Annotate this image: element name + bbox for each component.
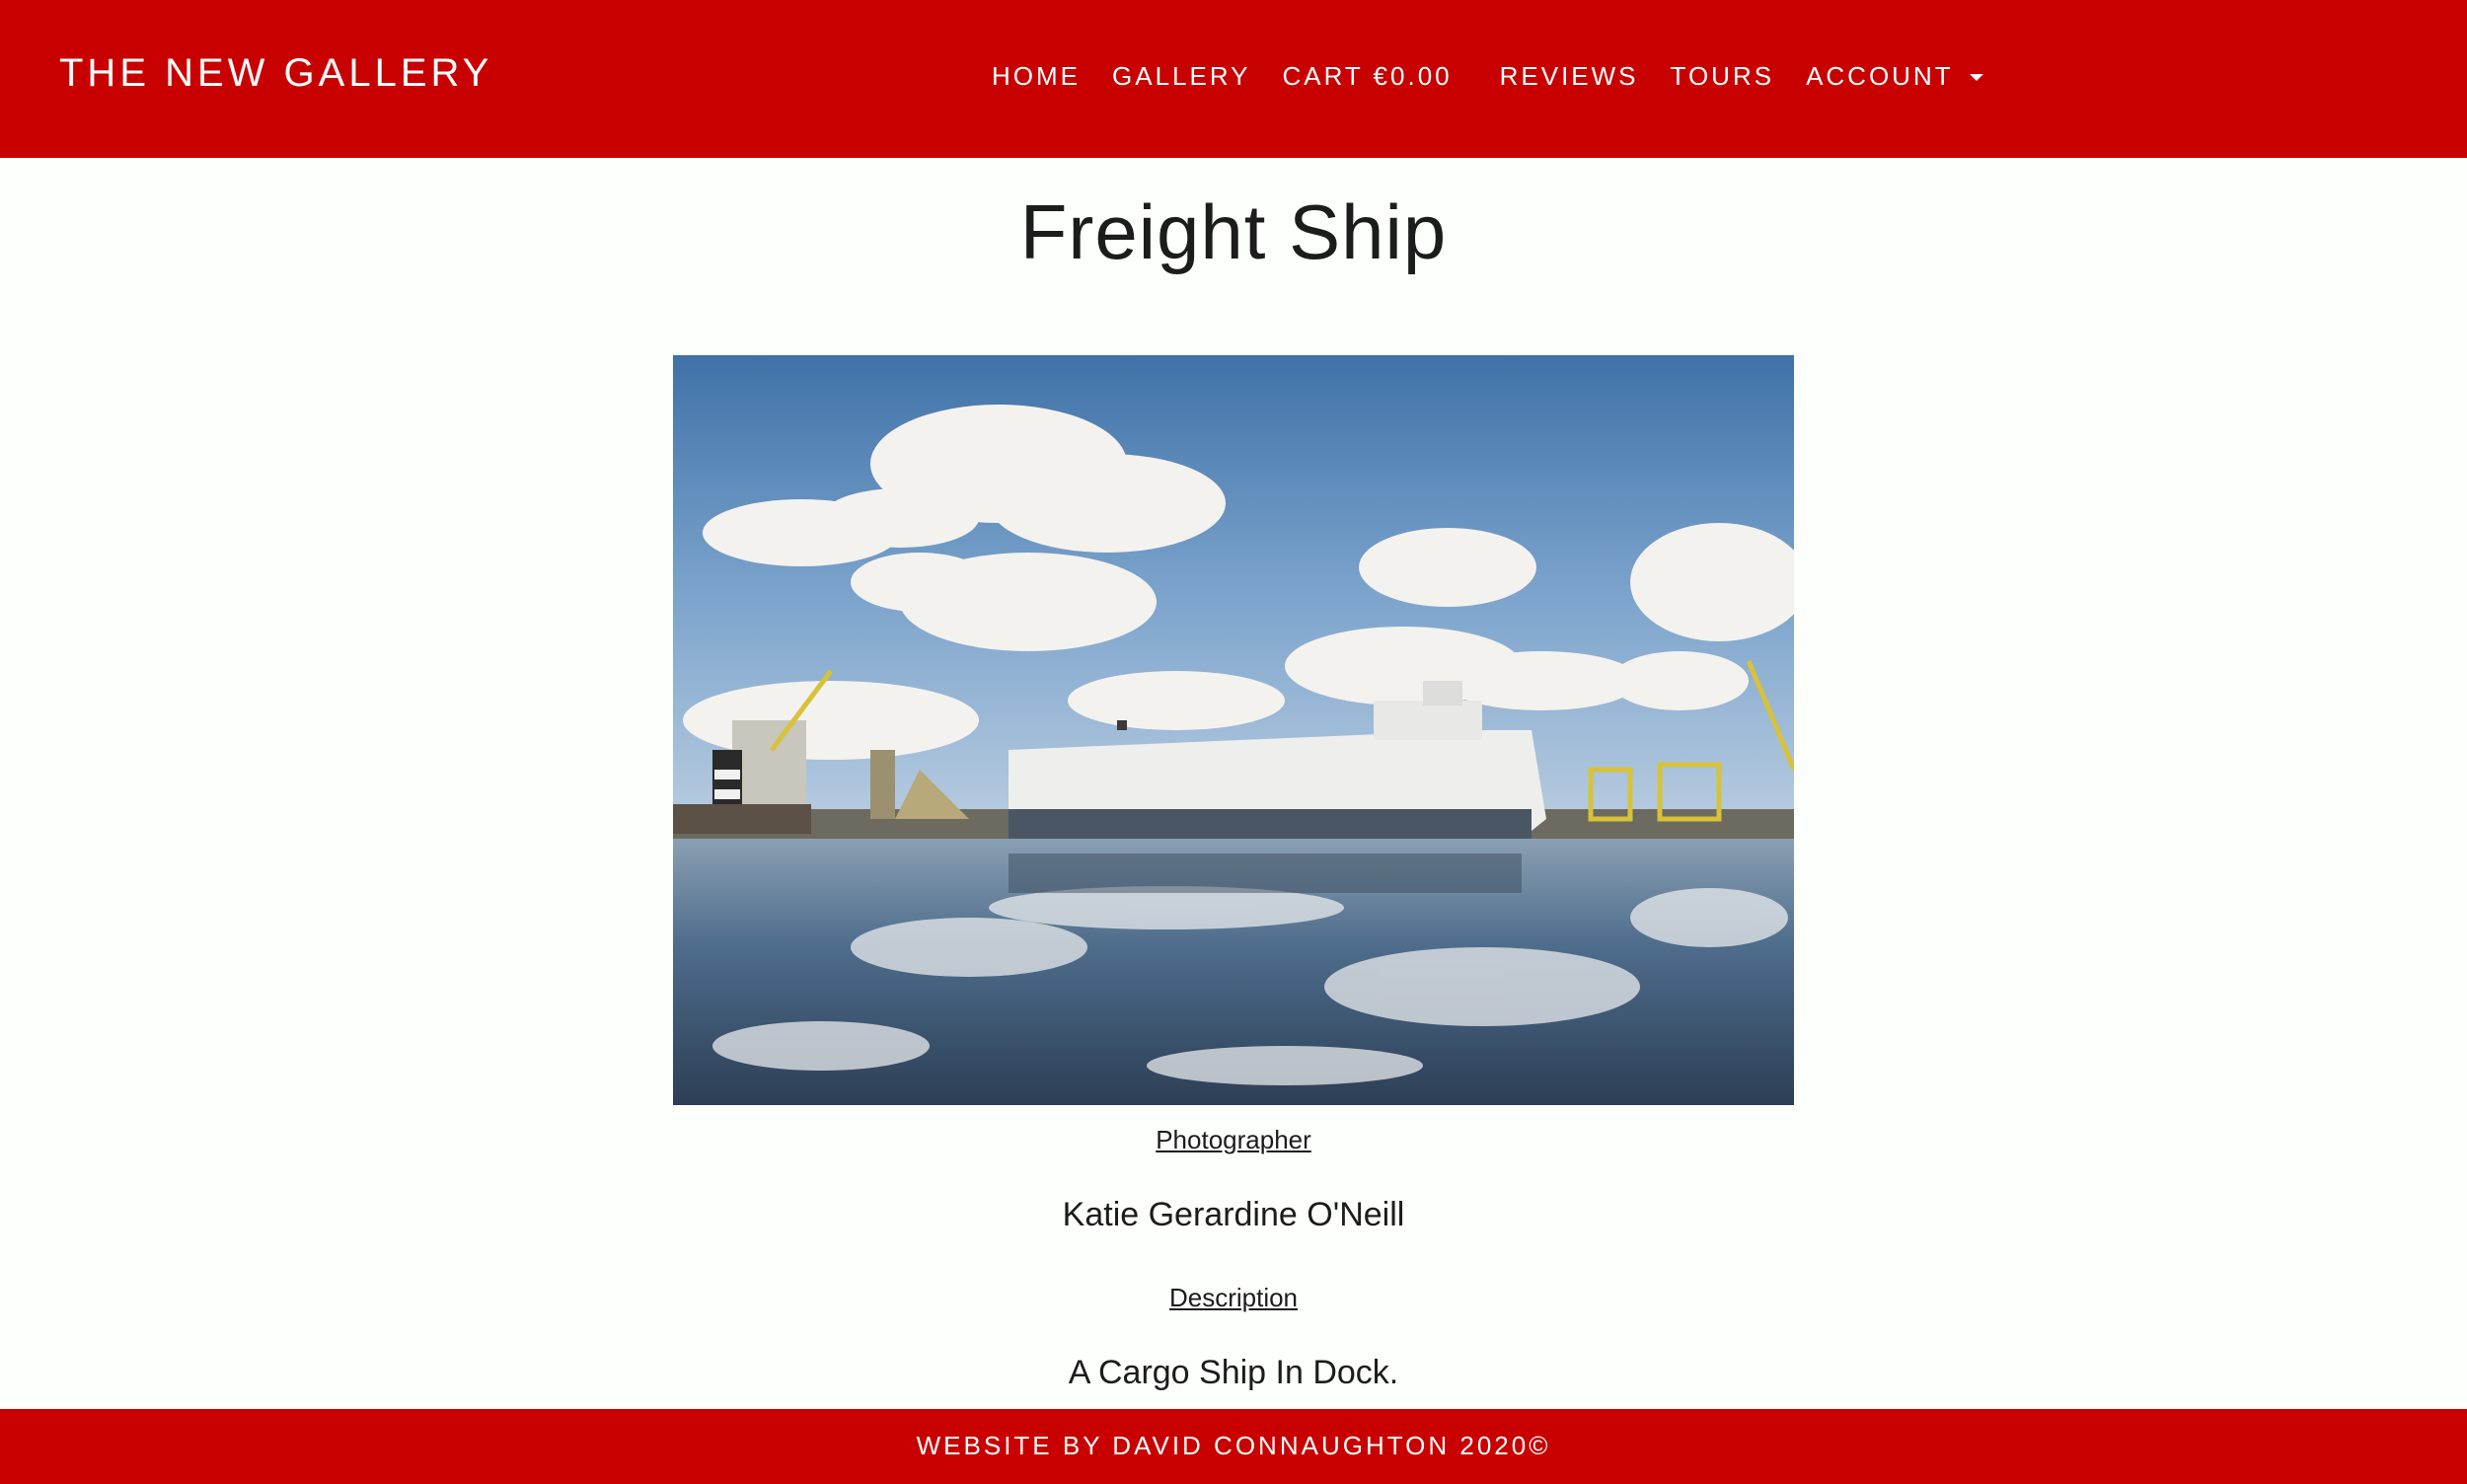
page-title: Freight Ship (1019, 188, 1448, 275)
description-text: A Cargo Ship In Dock. (1068, 1354, 1399, 1391)
photographer-label: Photographer (1156, 1125, 1311, 1154)
description-label: Description (1168, 1283, 1299, 1312)
nav-account-label: ACCOUNT (1806, 61, 1954, 91)
nav-links: HOME GALLERY CART €0.00 REVIEWS TOURS AC… (992, 61, 2015, 92)
nav-gallery-link[interactable]: GALLERY (1112, 61, 1250, 92)
navbar: THE NEW GALLERY HOME GALLERY CART €0.00 … (0, 0, 2467, 158)
nav-tours-link[interactable]: TOURS (1671, 61, 1775, 92)
photographer-name: Katie Gerardine O'Neill (1062, 1196, 1405, 1233)
artwork-photo (673, 355, 1794, 1105)
caret-down-icon (1969, 74, 1983, 81)
nav-account-dropdown[interactable]: ACCOUNT (1806, 61, 1983, 92)
footer-credit: WEBSITE BY DAVID CONNAUGHTON 2020© (916, 1431, 1551, 1460)
nav-cart-link[interactable]: CART €0.00 (1282, 61, 1452, 92)
nav-home-link[interactable]: HOME (992, 61, 1081, 92)
brand-logo-link[interactable]: THE NEW GALLERY (59, 51, 492, 96)
nav-reviews-link[interactable]: REVIEWS (1500, 61, 1639, 92)
footer: WEBSITE BY DAVID CONNAUGHTON 2020© (0, 1409, 2467, 1484)
